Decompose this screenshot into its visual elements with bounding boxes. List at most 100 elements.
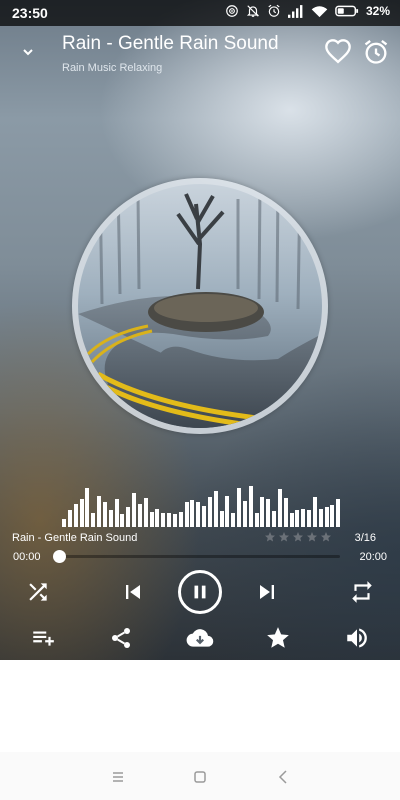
visualizer-bar [67, 510, 72, 527]
visualizer-bar [102, 502, 107, 527]
skip-next-icon [253, 578, 281, 606]
rating-star-icon[interactable] [292, 530, 304, 542]
shuffle-icon [25, 579, 51, 605]
visualizer-bar [73, 504, 78, 527]
audio-visualizer [62, 482, 342, 527]
alarm-icon [267, 4, 281, 18]
wifi-icon [311, 5, 328, 18]
track-index: 3/16 [354, 532, 376, 544]
visualizer-bar [79, 499, 84, 527]
heart-icon [324, 39, 352, 70]
visualizer-bar [213, 491, 218, 527]
visualizer-bar [295, 510, 300, 527]
visualizer-bar [277, 489, 282, 527]
visualizer-bar [108, 510, 113, 527]
volume-button[interactable] [344, 625, 370, 651]
share-icon [109, 626, 133, 650]
visualizer-bar [85, 488, 90, 527]
status-bar: 23:50 32% [0, 0, 400, 26]
mute-bell-icon [246, 4, 260, 18]
share-button[interactable] [108, 625, 134, 651]
rating-star-icon[interactable] [306, 530, 318, 542]
rating-star-icon[interactable] [264, 530, 276, 542]
visualizer-bar [172, 514, 177, 527]
alarm-clock-icon [362, 39, 390, 70]
hotspot-icon [225, 4, 239, 18]
play-pause-button[interactable] [178, 570, 222, 614]
visualizer-bar [324, 507, 329, 527]
favorite-button[interactable] [324, 38, 352, 66]
collapse-button[interactable] [14, 38, 42, 66]
visualizer-bar [196, 502, 201, 527]
visualizer-bar [114, 499, 119, 527]
battery-icon [335, 5, 359, 17]
visualizer-bar [155, 509, 160, 527]
skip-previous-icon [119, 578, 147, 606]
visualizer-bar [272, 511, 276, 527]
visualizer-bar [219, 511, 224, 527]
song-artist: Rain Music Relaxing [62, 62, 163, 74]
signal-icon [287, 4, 304, 18]
visualizer-bar [178, 512, 183, 527]
next-button[interactable] [252, 578, 282, 606]
system-nav-bar [0, 752, 400, 800]
visualizer-bar [283, 498, 288, 527]
chevron-down-icon [14, 49, 42, 70]
visualizer-bar [242, 501, 247, 527]
album-art [78, 184, 322, 428]
visualizer-bar [126, 507, 131, 527]
visualizer-bar [266, 499, 271, 527]
back-icon [273, 770, 295, 792]
total-time: 20:00 [359, 551, 387, 563]
visualizer-bar [184, 502, 189, 527]
home-button[interactable] [189, 766, 211, 788]
home-square-icon [189, 771, 211, 792]
visualizer-bar [301, 509, 306, 527]
visualizer-bar [312, 497, 317, 527]
cloud-download-icon [186, 625, 214, 651]
status-icons: 32% [225, 4, 390, 18]
visualizer-bar [237, 488, 241, 527]
visualizer-bar [231, 513, 236, 527]
back-button[interactable] [273, 766, 295, 788]
volume-icon [344, 625, 370, 651]
visualizer-bar [336, 499, 341, 527]
visualizer-bar [149, 512, 154, 527]
visualizer-bar [132, 493, 136, 527]
visualizer-bar [260, 497, 265, 527]
song-title: Rain - Gentle Rain Sound [62, 33, 279, 54]
visualizer-bar [190, 500, 195, 527]
repeat-button[interactable] [348, 578, 376, 606]
visualizer-bar [143, 498, 148, 527]
visualizer-bar [62, 519, 66, 527]
playlist-add-icon [30, 625, 56, 651]
player-screen: 23:50 32% Rain - Gentle Rain Sound Rain … [0, 0, 400, 660]
pause-icon [189, 581, 211, 603]
previous-button[interactable] [118, 578, 148, 606]
visualizer-bar [330, 505, 335, 527]
shuffle-button[interactable] [24, 578, 52, 606]
visualizer-bar [289, 513, 294, 527]
menu-icon [107, 772, 129, 792]
track-name: Rain - Gentle Rain Sound [12, 532, 138, 544]
star-icon [265, 625, 291, 651]
download-button[interactable] [186, 625, 214, 651]
visualizer-bar [318, 509, 323, 527]
visualizer-bar [307, 510, 311, 527]
visualizer-bar [225, 496, 230, 527]
rating-star-icon[interactable] [320, 530, 332, 542]
add-to-playlist-button[interactable] [30, 625, 56, 651]
seek-thumb[interactable] [53, 550, 66, 563]
visualizer-bar [202, 506, 206, 527]
repeat-icon [349, 579, 375, 605]
visualizer-bar [167, 513, 171, 527]
sleep-timer-button[interactable] [362, 38, 390, 66]
visualizer-bar [97, 496, 101, 527]
visualizer-bar [91, 513, 96, 527]
battery-percent: 32% [365, 4, 390, 18]
recents-button[interactable] [107, 766, 129, 788]
rate-button[interactable] [264, 625, 292, 651]
rating-star-icon[interactable] [278, 530, 290, 542]
seek-bar[interactable] [60, 555, 340, 558]
rating-stars[interactable] [264, 530, 332, 542]
